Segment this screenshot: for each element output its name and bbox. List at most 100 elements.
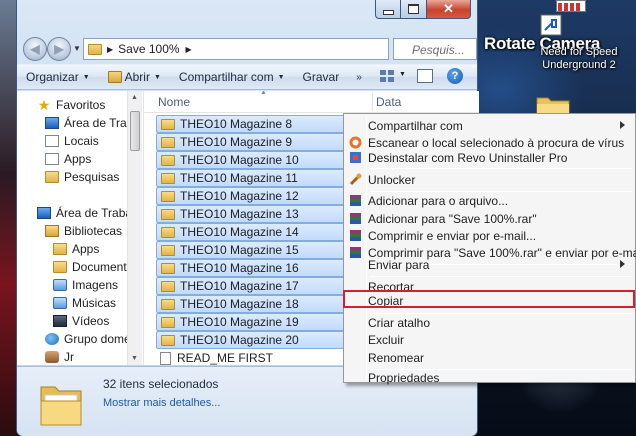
menu-send-to[interactable]: Enviar para [346, 256, 633, 274]
nav-videos[interactable]: Vídeos [53, 312, 109, 330]
nav-images[interactable]: Imagens [53, 276, 118, 294]
music-icon [53, 297, 67, 309]
menu-add-archive[interactable]: Adicionar para o arquivo... [346, 192, 633, 210]
selection-count: 32 itens selecionados [103, 377, 219, 391]
more-commands-button[interactable]: » [348, 66, 370, 88]
folder-icon [53, 243, 67, 255]
close-button[interactable]: ✕ [427, 0, 471, 19]
nav-label: Favoritos [56, 98, 106, 112]
submenu-arrow-icon [620, 260, 625, 268]
nav-desktop-root[interactable]: Área de Trabalh [37, 204, 141, 222]
folder-icon [161, 280, 175, 292]
navigation-pane: ★ Favoritos Área de Trabal Locais Apps Pe… [17, 91, 143, 365]
nav-recent[interactable]: Locais [45, 132, 99, 150]
menu-label: Propriedades [368, 371, 440, 385]
maximize-button[interactable] [401, 0, 427, 19]
menu-add-rar[interactable]: Adicionar para "Save 100%.rar" [346, 210, 633, 228]
nav-homegroup[interactable]: Grupo domést [45, 330, 140, 348]
breadcrumb-arrow-icon[interactable]: ▶ [107, 45, 113, 54]
file-name: THEO10 Magazine 19 [180, 315, 299, 329]
nav-label: Apps [64, 152, 92, 166]
shortcut-icon[interactable] [540, 14, 562, 36]
menu-label: Adicionar para "Save 100%.rar" [368, 212, 537, 226]
star-icon: ★ [37, 97, 51, 113]
menu-create-shortcut[interactable]: Criar atalho [346, 314, 633, 332]
desktop-shortcut-label[interactable]: Need for Speed Underground 2 [524, 46, 634, 72]
back-button[interactable]: ◀ [23, 37, 47, 61]
scroll-thumb[interactable] [130, 111, 140, 151]
folder-icon [40, 386, 82, 426]
share-button[interactable]: Compartilhar com ▼ [170, 66, 294, 88]
winrar-icon [350, 230, 361, 241]
menu-revo-uninstall[interactable]: Desinstalar com Revo Uninstaller Pro [346, 149, 633, 167]
dropdown-icon: ▼ [82, 73, 90, 81]
menu-share-with[interactable]: Compartilhar com [346, 117, 633, 135]
history-dropdown-icon[interactable]: ▼ [73, 44, 81, 53]
nav-lib-apps[interactable]: Apps [53, 240, 99, 258]
menu-separator [370, 168, 632, 169]
change-view-icon[interactable] [379, 69, 395, 83]
window-controls: ✕ [375, 0, 471, 19]
file-name: THEO10 Magazine 14 [180, 225, 299, 239]
preview-pane-icon[interactable] [417, 69, 433, 83]
menu-label: Compartilhar com [368, 119, 463, 133]
folder-icon [161, 226, 175, 238]
organize-label: Organizar [26, 70, 79, 84]
nav-libraries[interactable]: Bibliotecas [45, 222, 122, 240]
file-name: THEO10 Magazine 17 [180, 279, 299, 293]
breadcrumb-arrow-icon[interactable]: ▶ [186, 45, 192, 54]
folder-icon [161, 154, 175, 166]
help-icon[interactable]: ? [447, 68, 463, 84]
folder-icon [161, 190, 175, 202]
title-bar[interactable]: ✕ [17, 0, 477, 30]
search-input[interactable]: Pesquis... [393, 38, 477, 60]
desktop-app-icon[interactable] [556, 0, 586, 12]
menu-unlocker[interactable]: Unlocker [346, 171, 633, 189]
menu-separator [370, 276, 632, 277]
scroll-up-icon[interactable]: ▲ [131, 94, 138, 101]
menu-label: Escanear o local selecionado à procura d… [368, 136, 625, 150]
menu-label: Unlocker [368, 173, 416, 187]
menu-properties[interactable]: Propriedades [346, 369, 633, 387]
address-bar[interactable]: ▶ Save 100% ▶ [83, 38, 389, 60]
breadcrumb-current[interactable]: Save 100% [118, 42, 179, 56]
sort-up-icon: ▲ [260, 91, 267, 96]
menu-compress-email[interactable]: Comprimir e enviar por e-mail... [346, 227, 633, 245]
menu-label: Adicionar para o arquivo... [368, 194, 509, 208]
menu-delete[interactable]: Excluir [346, 331, 633, 349]
nav-searches[interactable]: Pesquisas [45, 168, 119, 186]
nav-music[interactable]: Músicas [53, 294, 116, 312]
view-dropdown-icon[interactable]: ▼ [399, 71, 406, 78]
antivirus-icon [349, 136, 362, 149]
revo-icon [350, 152, 361, 163]
menu-rename[interactable]: Renomear [346, 349, 633, 367]
forward-button[interactable]: ▶ [47, 37, 71, 61]
open-folder-icon [107, 71, 122, 83]
minimize-button[interactable] [375, 0, 401, 19]
file-name: THEO10 Magazine 10 [180, 153, 299, 167]
file-name: THEO10 Magazine 13 [180, 207, 299, 221]
burn-button[interactable]: Gravar [294, 66, 349, 88]
open-label: Abrir [124, 70, 150, 84]
column-name[interactable]: Nome [158, 95, 190, 109]
nav-user[interactable]: Jr [45, 348, 74, 365]
apps-icon [45, 153, 59, 165]
dropdown-icon: ▼ [153, 73, 161, 81]
show-more-details-link[interactable]: Mostrar mais detalhes... [103, 397, 220, 409]
column-date[interactable]: Data [376, 95, 401, 109]
organize-button[interactable]: Organizar ▼ [17, 66, 99, 88]
document-icon [160, 351, 171, 365]
column-divider[interactable] [372, 93, 373, 111]
nav-scrollbar[interactable]: ▲ ▼ [127, 91, 142, 365]
open-button[interactable]: Abrir ▼ [99, 66, 170, 88]
folder-icon [161, 262, 175, 274]
submenu-arrow-icon [620, 121, 625, 129]
nav-apps[interactable]: Apps [45, 150, 91, 168]
folder-icon [161, 208, 175, 220]
scroll-down-icon[interactable]: ▼ [131, 355, 138, 362]
menu-label: Comprimir e enviar por e-mail... [368, 229, 537, 243]
videos-icon [53, 315, 67, 327]
file-name: THEO10 Magazine 11 [180, 171, 298, 185]
folder-icon [161, 316, 175, 328]
nav-favorites[interactable]: ★ Favoritos [37, 96, 106, 114]
